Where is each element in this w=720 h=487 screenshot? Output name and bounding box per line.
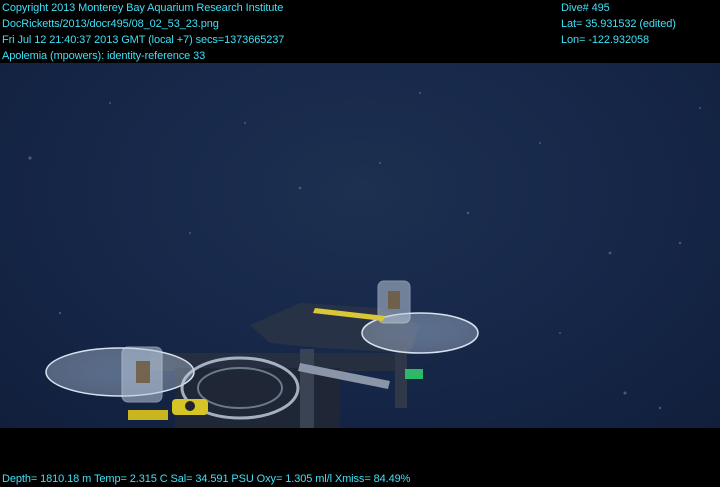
left-acrylic-disk [45,346,195,403]
latitude: Lat= 35.931532 (edited) [561,18,676,30]
sensor-readout: Depth= 1810.18 m Temp= 2.315 C Sal= 34.5… [2,473,411,485]
annotation-line: Apolemia (mpowers): identity-reference 3… [2,50,206,62]
image-path-line: DocRicketts/2013/docr495/08_02_53_23.png [2,18,219,30]
green-valve [405,369,423,379]
longitude: Lon= -122.932058 [561,34,650,46]
deep-sea-video [0,63,720,428]
timestamp-line: Fri Jul 12 21:40:37 2013 GMT (local +7) … [2,34,285,46]
dive-number: Dive# 495 [561,2,610,14]
copyright-line: Copyright 2013 Monterey Bay Aquarium Res… [2,2,284,14]
rov-equipment-illustration [28,92,701,428]
top-right-overlay: Dive# 495 Lat= 35.931532 (edited) Lon= -… [561,0,676,48]
top-left-overlay: Copyright 2013 Monterey Bay Aquarium Res… [2,0,284,64]
video-frame: Copyright 2013 Monterey Bay Aquarium Res… [0,0,720,486]
